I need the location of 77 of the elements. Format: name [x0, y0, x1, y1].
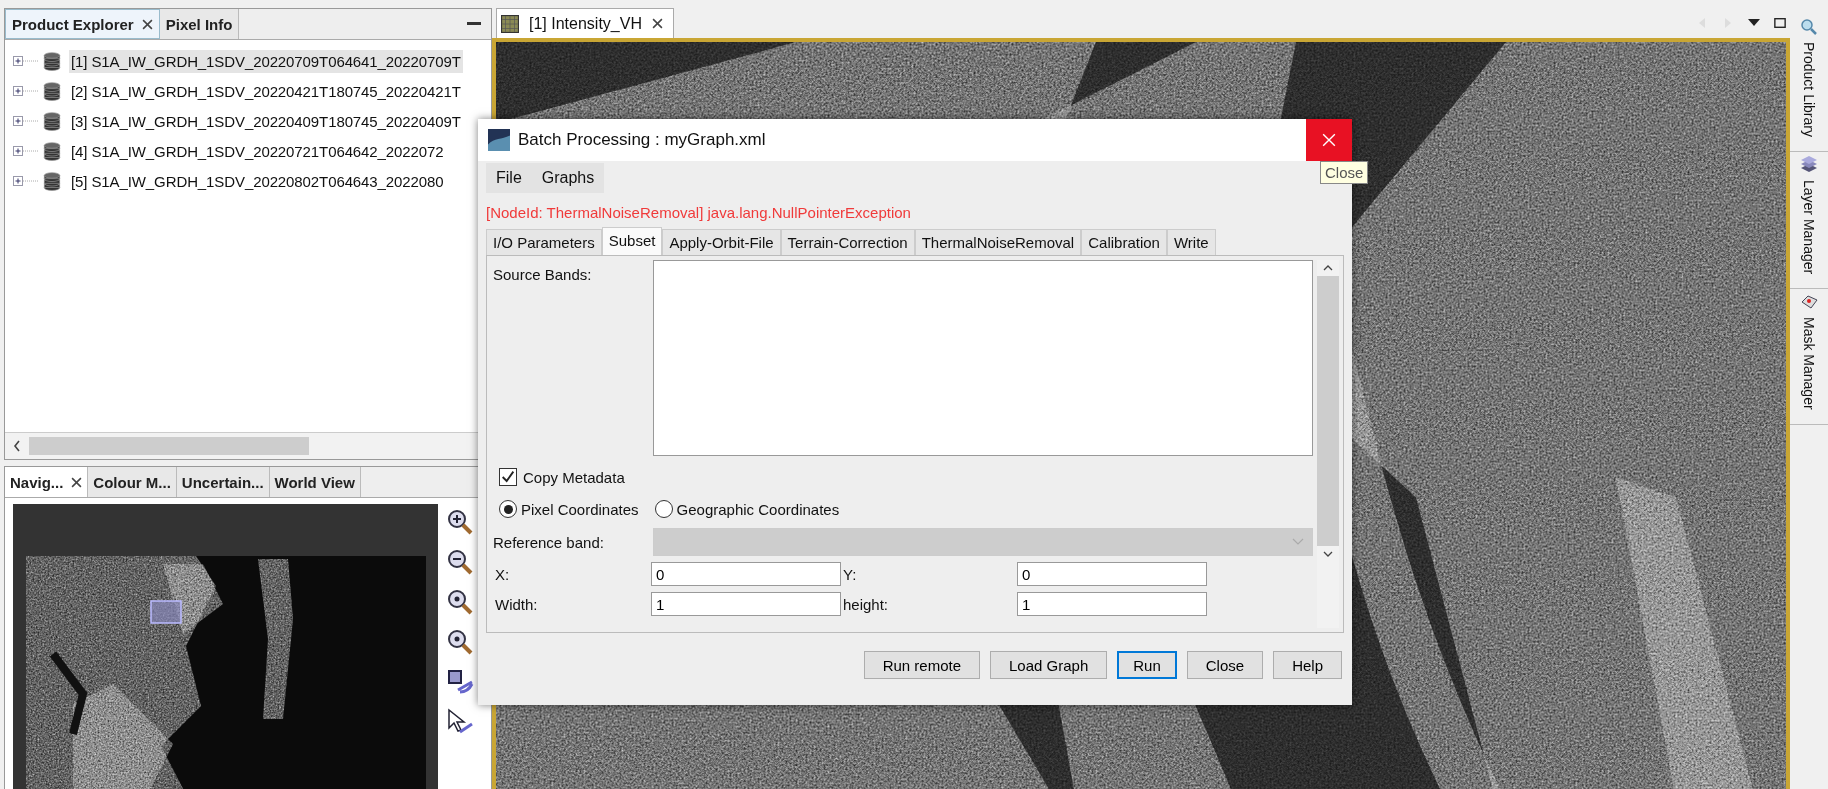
error-message: [NodeId: ThermalNoiseRemoval] java.lang.NullPointerException — [486, 204, 912, 221]
tooltip: Close — [1320, 161, 1369, 184]
product-item[interactable]: [1] S1A_IW_GRDH_1SDV_20220709T064641_20220709T — [69, 49, 463, 73]
close-icon[interactable] — [71, 476, 83, 488]
check-icon — [500, 469, 516, 485]
panel-tab[interactable]: Uncertain... — [176, 467, 270, 497]
database-icon — [43, 171, 61, 191]
field-label: Width: — [494, 595, 539, 613]
dialog-button[interactable]: Run remote — [863, 651, 980, 679]
expand-icon[interactable] — [13, 85, 39, 97]
tab[interactable]: Calibration — [1081, 229, 1167, 255]
expand-icon[interactable] — [13, 175, 39, 187]
expand-icon[interactable] — [13, 145, 39, 157]
app-icon — [488, 129, 510, 151]
caret-icon — [1292, 538, 1304, 546]
cursor-icon[interactable] — [446, 708, 474, 736]
dialog-button[interactable]: Run — [1117, 651, 1177, 679]
dialog-button[interactable]: Close — [1186, 651, 1264, 679]
panel-tab[interactable]: Colour M... — [88, 467, 177, 497]
zoom-in-icon[interactable] — [446, 508, 474, 536]
sync-views-icon[interactable] — [446, 668, 474, 696]
minimize-icon[interactable] — [467, 22, 481, 26]
field-label: X: — [494, 565, 511, 583]
input-field[interactable]: 0 — [651, 562, 841, 586]
magnifier-icon[interactable] — [446, 628, 474, 656]
tab[interactable]: Apply-Orbit-File — [662, 229, 781, 255]
reference-band-label: Reference band: — [493, 533, 605, 551]
tab[interactable]: I/O Parameters — [486, 229, 602, 255]
field-label: Y: — [842, 565, 858, 583]
menu-item[interactable]: Graphs — [531, 169, 605, 187]
product-item[interactable]: [2] S1A_IW_GRDH_1SDV_20220421T180745_20220421T — [69, 79, 463, 103]
field-label: height: — [842, 595, 890, 613]
product-item[interactable]: [5] S1A_IW_GRDH_1SDV_20220802T064643_2022080 — [69, 169, 446, 193]
side-tab[interactable]: Layer Manager — [1790, 151, 1828, 290]
close-icon[interactable] — [141, 18, 153, 30]
side-tab[interactable]: Product Library — [1790, 14, 1828, 152]
panel-tab[interactable]: Pixel Info — [159, 9, 240, 39]
database-icon — [43, 81, 61, 101]
side-tab[interactable]: Mask Manager — [1790, 289, 1828, 425]
panel-tab[interactable]: Navig... — [5, 467, 89, 497]
input-field[interactable]: 1 — [651, 592, 841, 616]
dialog-button[interactable]: Help — [1273, 651, 1342, 679]
image-icon — [501, 14, 519, 33]
radio-button[interactable]: Pixel Coordinates — [499, 500, 639, 518]
zoom-out-icon[interactable] — [446, 548, 474, 576]
input-field[interactable]: 1 — [1017, 592, 1207, 616]
radio-button[interactable]: Geographic Coordinates — [654, 500, 840, 518]
panel-tab[interactable]: Product Explorer — [5, 9, 160, 39]
scroll-up-icon[interactable] — [1323, 264, 1333, 272]
dialog-button[interactable]: Load Graph — [990, 651, 1108, 679]
expand-icon[interactable] — [13, 55, 39, 67]
database-icon — [43, 51, 61, 71]
menu-item[interactable]: File — [486, 169, 532, 187]
scroll-down-icon[interactable] — [1323, 550, 1333, 558]
expand-icon[interactable] — [13, 115, 39, 127]
window-title: Batch Processing : myGraph.xml — [518, 130, 766, 150]
database-icon — [43, 111, 61, 131]
search-icon — [1800, 18, 1818, 36]
product-item[interactable]: [3] S1A_IW_GRDH_1SDV_20220409T180745_20220409T — [69, 109, 463, 133]
magnifier-icon[interactable] — [446, 588, 474, 616]
layers-icon — [1800, 155, 1818, 174]
source-bands-label: Source Bands: — [493, 265, 593, 285]
panel-tab[interactable]: World View — [269, 467, 361, 497]
copy-metadata-checkbox[interactable]: Copy Metadata — [499, 468, 625, 486]
image-tab[interactable]: [1] Intensity_VH — [496, 8, 674, 38]
tab[interactable]: Terrain-Correction — [780, 229, 915, 255]
product-item[interactable]: [4] S1A_IW_GRDH_1SDV_20220721T064642_2022072 — [69, 139, 446, 163]
tab[interactable]: Subset — [601, 227, 663, 255]
scrollbar-thumb[interactable] — [1317, 276, 1339, 546]
close-icon[interactable] — [651, 18, 663, 29]
input-field[interactable]: 0 — [1017, 562, 1207, 586]
tab[interactable]: Write — [1166, 229, 1216, 255]
database-icon — [43, 141, 61, 161]
tab[interactable]: ThermalNoiseRemoval — [914, 229, 1082, 255]
scroll-left-icon[interactable] — [13, 440, 21, 452]
maximize-icon[interactable] — [1774, 17, 1786, 29]
scrollbar-thumb[interactable] — [29, 437, 309, 455]
